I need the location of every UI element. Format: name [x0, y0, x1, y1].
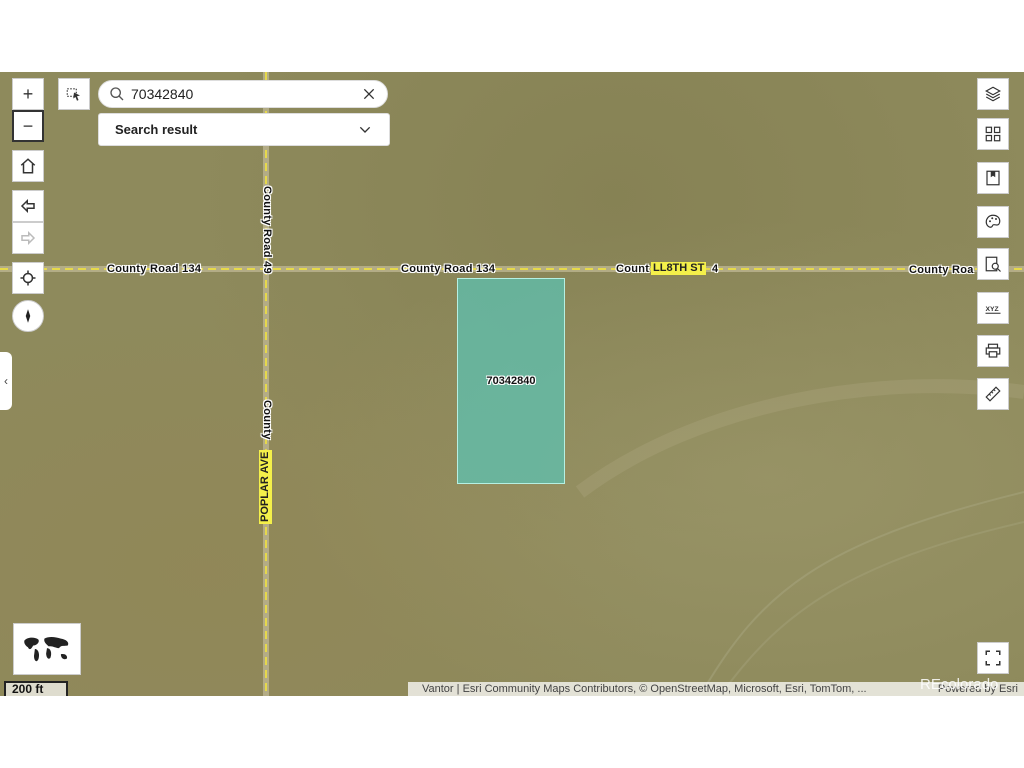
road-label-county-road-49: County Road 49: [261, 186, 273, 274]
search-result-dropdown[interactable]: Search result: [98, 113, 390, 146]
ruler-icon: [985, 386, 1001, 402]
road-label-county-road-134-center: County Road 134: [401, 263, 496, 275]
locate-button[interactable]: [12, 262, 44, 294]
forward-extent-button[interactable]: [12, 222, 44, 254]
compass-icon: [25, 309, 31, 323]
close-icon[interactable]: [361, 86, 377, 102]
parcel-polygon[interactable]: 70342840: [457, 278, 565, 484]
road-label-county-road-134-west: County Road 134: [107, 263, 202, 275]
coordinates-button[interactable]: XYZ: [977, 292, 1009, 324]
fullscreen-button[interactable]: [977, 642, 1009, 674]
page: County Road 134 County Road 134 Count LL…: [0, 0, 1024, 768]
print-button[interactable]: [977, 335, 1009, 367]
road-label-county-road-134-east-prefix: Count: [616, 263, 650, 275]
map-view[interactable]: County Road 134 County Road 134 Count LL…: [0, 72, 1024, 696]
street-tag-ll8th-st: LL8TH ST: [651, 262, 707, 275]
query-icon: [985, 256, 1001, 272]
world-map-icon: [24, 636, 69, 662]
search-box[interactable]: 70342840: [98, 80, 388, 108]
search-input[interactable]: 70342840: [131, 86, 361, 102]
scale-bar: 200 ft: [4, 681, 68, 696]
search-result-label: Search result: [115, 122, 198, 137]
svg-text:XYZ: XYZ: [986, 306, 999, 313]
home-icon: [20, 158, 36, 174]
compass-button[interactable]: [12, 300, 44, 332]
measure-button[interactable]: [977, 378, 1009, 410]
legend-button[interactable]: [977, 206, 1009, 238]
printer-icon: [985, 343, 1001, 358]
bookmark-icon: [986, 170, 1000, 186]
back-extent-button[interactable]: [12, 190, 44, 222]
grid-icon: [985, 126, 1001, 142]
watermark: REcolorado: [920, 676, 999, 693]
street-tag-poplar-ave: POPLAR AVE: [259, 449, 272, 524]
arrow-right-icon: [21, 230, 36, 246]
bookmarks-button[interactable]: [977, 162, 1009, 194]
parcel-label: 70342840: [486, 375, 536, 387]
road-label-county-road-49-lower: County: [261, 400, 273, 440]
zoom-out-button[interactable]: −: [12, 110, 44, 142]
home-button[interactable]: [12, 150, 44, 182]
layers-icon: [985, 86, 1001, 102]
chevron-down-icon: [359, 126, 371, 133]
attribution-credits: Vantor | Esri Community Maps Contributor…: [422, 683, 867, 695]
road-label-county-road-134-east-suffix: 4: [712, 263, 719, 275]
query-button[interactable]: [977, 248, 1009, 280]
select-cursor-icon: [66, 88, 80, 101]
layers-button[interactable]: [977, 78, 1009, 110]
fullscreen-icon: [985, 650, 1001, 666]
panel-collapse-tab[interactable]: ‹: [0, 352, 12, 410]
zoom-in-button[interactable]: +: [12, 78, 44, 110]
overview-map-button[interactable]: [13, 623, 81, 675]
arrow-left-icon: [20, 198, 35, 214]
select-tool-button[interactable]: [58, 78, 90, 110]
crosshair-icon: [20, 270, 36, 286]
xyz-icon: XYZ: [985, 306, 1001, 314]
search-icon: [110, 87, 124, 101]
basemap-gallery-button[interactable]: [977, 118, 1009, 150]
road-label-county-road-134-far-east: County Roa: [909, 264, 974, 276]
palette-icon: [985, 214, 1001, 228]
